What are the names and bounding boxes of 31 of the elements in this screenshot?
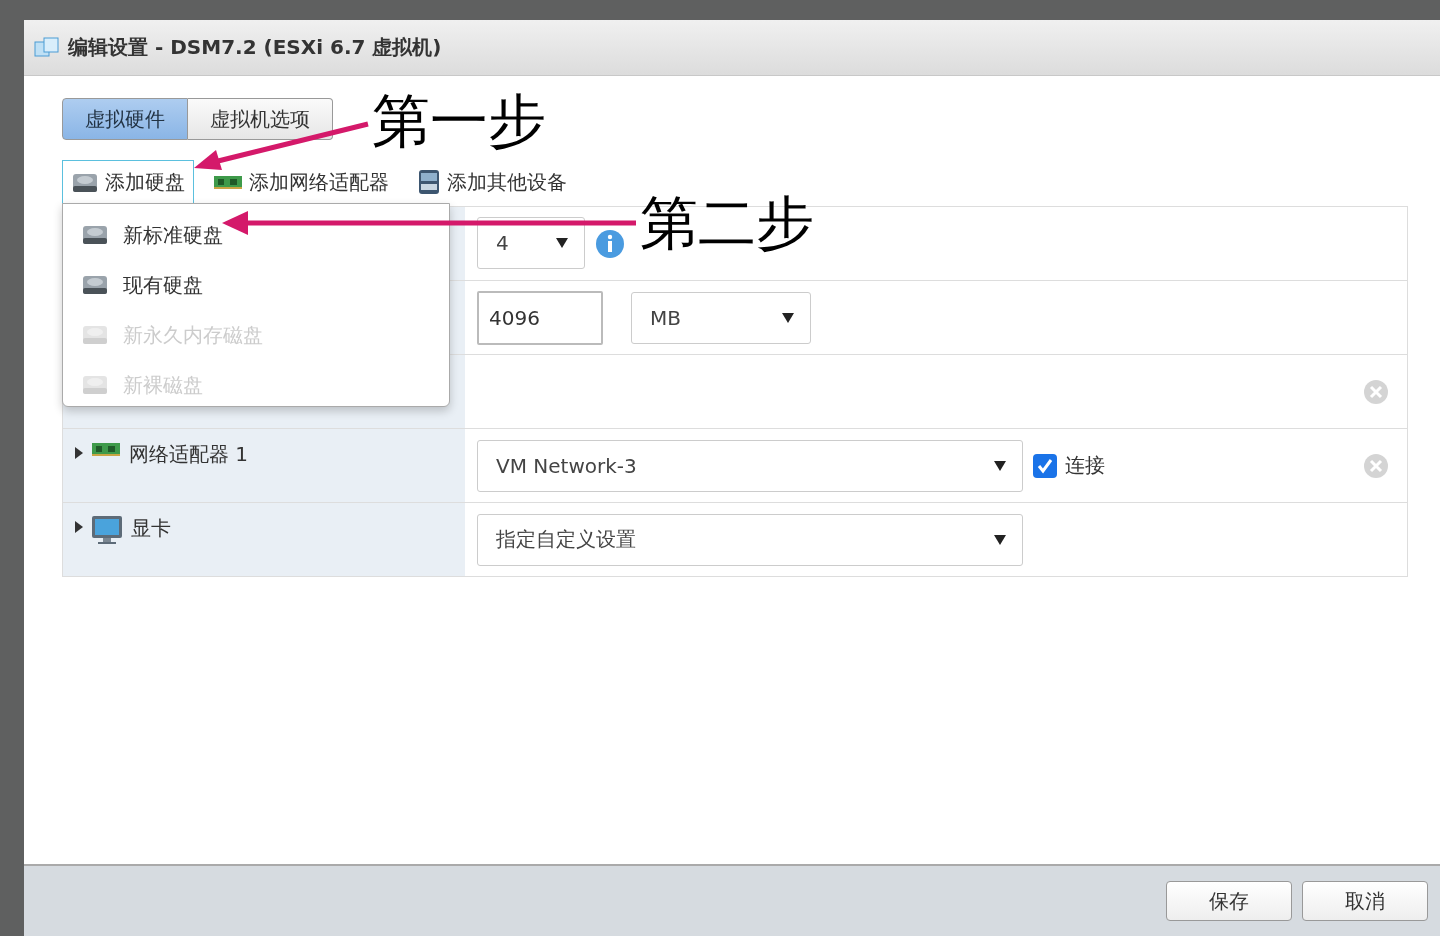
expand-arrow-icon[interactable] (75, 521, 83, 533)
select-field[interactable]: 指定自定义设置 (477, 513, 1023, 566)
dropdown-arrow-icon (556, 238, 568, 248)
menu-item[interactable]: 现有硬盘 (63, 260, 449, 310)
select-field[interactable]: VM Network-3 (477, 439, 1023, 492)
tab[interactable]: 虚拟硬件 (62, 98, 188, 140)
info-icon[interactable] (595, 229, 625, 259)
window-title: 编辑设置 - DSM7.2 (ESXi 6.7 虚拟机) (68, 34, 442, 61)
dropdown-arrow-icon (994, 534, 1006, 545)
row-label: 网络适配器 1 (129, 441, 249, 468)
tab[interactable]: 虚拟机选项 (188, 98, 333, 140)
menu-item[interactable]: 新标准硬盘 (63, 210, 449, 260)
memory-input[interactable]: 4096 (477, 290, 603, 345)
annotation-label: 第一步 (372, 92, 546, 150)
network-card-icon (91, 441, 121, 457)
select-field[interactable]: 4 (477, 217, 585, 269)
checkbox-label: 连接 (1065, 452, 1105, 479)
footer-button[interactable]: 保存 (1166, 881, 1292, 921)
row-label: 显卡 (131, 515, 171, 542)
network-card-icon (213, 174, 243, 190)
select-field[interactable]: MB (631, 291, 811, 344)
footer-button[interactable]: 取消 (1302, 881, 1428, 921)
expand-arrow-icon[interactable] (75, 447, 83, 459)
checkbox[interactable] (1033, 453, 1057, 478)
toolbar-button[interactable]: 添加其他设备 (408, 160, 576, 204)
monitor-icon (91, 515, 123, 545)
window-app-icon (34, 35, 60, 60)
annotation-label: 第二步 (640, 194, 814, 252)
dropdown-arrow-icon (994, 460, 1006, 471)
storage-device-icon (417, 168, 441, 196)
dropdown-arrow-icon (782, 312, 794, 323)
